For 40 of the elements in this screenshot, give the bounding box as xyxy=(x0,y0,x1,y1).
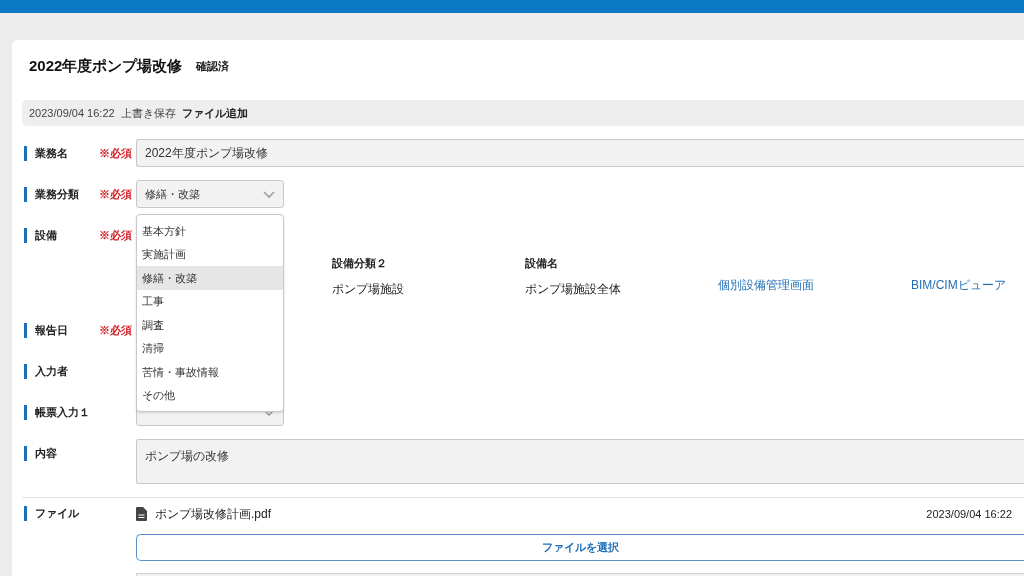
column-header: 設備分類２ xyxy=(332,256,388,271)
required-label: ※必須 xyxy=(99,145,132,161)
column-header: 設備名 xyxy=(525,256,559,271)
status-label: 確認済 xyxy=(196,58,230,74)
page-title: 2022年度ポンプ場改修 xyxy=(29,55,183,76)
dropdown-option[interactable]: 調査 xyxy=(137,313,283,337)
table-cell-text: ポンプ場施設 xyxy=(332,280,405,298)
required-label: ※必須 xyxy=(99,186,132,202)
dropdown-option[interactable]: 工事 xyxy=(137,289,283,313)
field-label: 業務名 xyxy=(35,145,69,161)
required-label: ※必須 xyxy=(99,322,132,338)
document-icon xyxy=(136,507,147,521)
chevron-down-icon xyxy=(263,191,275,199)
field-label: 内容 xyxy=(35,445,58,461)
link[interactable]: BIM/CIMビューア xyxy=(911,276,1024,294)
text-field[interactable]: 2022年度ポンプ場改修 xyxy=(136,139,1024,167)
select-field[interactable]: 修繕・改築 xyxy=(136,180,284,208)
dropdown-option[interactable]: 実施計画 xyxy=(137,242,283,266)
field-label: 帳票入力１ xyxy=(35,404,91,420)
history-action: 上書き保存 xyxy=(120,105,176,121)
history-detail: ファイル追加 xyxy=(181,105,248,121)
file-name[interactable]: ポンプ場改修計画.pdf xyxy=(155,505,271,523)
field-label: 入力者 xyxy=(35,363,69,379)
chevron-down-icon xyxy=(263,409,275,417)
text-area[interactable]: ポンプ場の改修 xyxy=(136,439,1024,484)
field-label: ファイル xyxy=(35,505,80,521)
dropdown-option[interactable]: 苦情・事故情報 xyxy=(137,360,283,384)
field-label: 設備 xyxy=(35,227,58,243)
dropdown-option[interactable]: その他 xyxy=(137,383,283,407)
dropdown-option[interactable]: 基本方針 xyxy=(137,219,283,243)
field-label: 業務分類 xyxy=(35,186,80,202)
dropdown-option[interactable]: 修繕・改築 xyxy=(137,266,283,290)
history-date: 2023/09/04 16:22 xyxy=(29,105,115,121)
field-label: 報告日 xyxy=(35,322,69,338)
table-cell-text: ポンプ場施設全体 xyxy=(525,280,622,298)
file-date: 2023/09/04 16:22 xyxy=(926,506,1012,522)
dropdown-option[interactable]: 清掃 xyxy=(137,336,283,360)
required-label: ※必須 xyxy=(99,227,132,243)
choose-file-button[interactable]: ファイルを選択 xyxy=(136,534,1024,561)
link[interactable]: 個別設備管理画面 xyxy=(718,276,911,294)
